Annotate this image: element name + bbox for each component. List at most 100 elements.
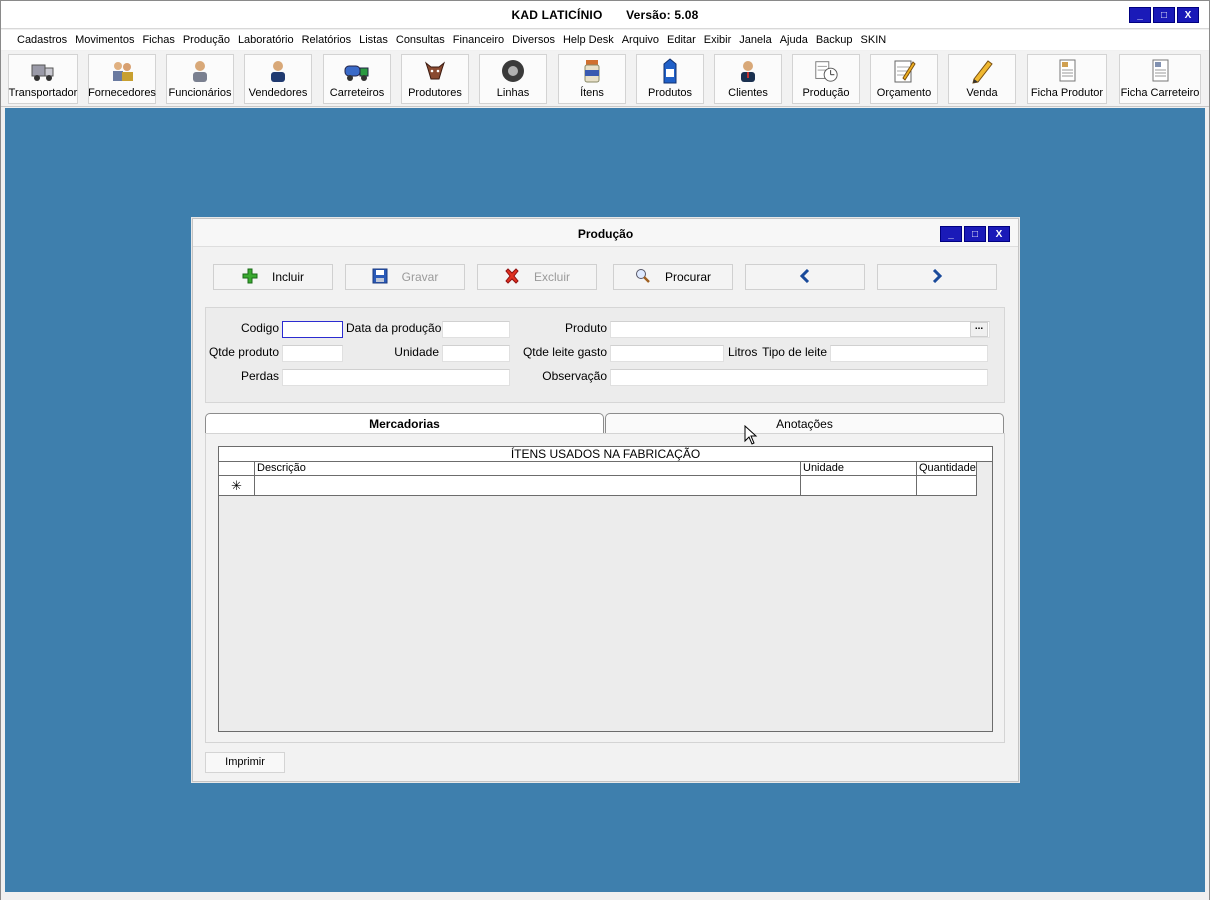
menu-listas[interactable]: Listas: [355, 34, 392, 46]
toolbar-fornecedores-button[interactable]: Fornecedores: [88, 54, 156, 104]
tab-anotacoes[interactable]: Anotações: [605, 413, 1004, 434]
main-window: KAD LATICÍNIO Versão: 5.08 _ □ X Cadastr…: [0, 0, 1210, 900]
menu-ajuda[interactable]: Ajuda: [776, 34, 812, 46]
toolbar-label: Ficha Carreteiro: [1120, 87, 1200, 99]
toolbar-funcionarios-button[interactable]: Funcionários: [166, 54, 234, 104]
excluir-label: Excluir: [533, 270, 570, 284]
pencil-icon: [969, 58, 995, 84]
grid-row-header: [219, 462, 255, 476]
new-row-marker: ✳: [219, 476, 255, 496]
tab-mercadorias[interactable]: Mercadorias: [205, 413, 604, 434]
toolbar-label: Ítens: [580, 87, 604, 99]
close-button[interactable]: X: [1177, 7, 1199, 23]
client-icon: [735, 58, 761, 84]
new-row-unidade-cell[interactable]: [801, 476, 917, 496]
toolbar-carreteiros-button[interactable]: Carreteiros: [323, 54, 391, 104]
menu-fichas[interactable]: Fichas: [138, 34, 178, 46]
data-producao-label: Data da produção: [346, 321, 442, 335]
chevron-right-icon: [931, 268, 943, 286]
qtde-produto-field[interactable]: [282, 345, 343, 362]
qtde-produto-label: Qtde produto: [208, 345, 279, 359]
toolbar-venda-button[interactable]: Venda: [948, 54, 1016, 104]
menu-skin[interactable]: SKIN: [857, 34, 891, 46]
menu-laboratorio[interactable]: Laboratório: [234, 34, 298, 46]
people-icon: [109, 58, 135, 84]
toolbar-produtos-button[interactable]: Produtos: [636, 54, 704, 104]
toolbar-label: Produtores: [408, 87, 462, 99]
toolbar-label: Fornecedores: [88, 87, 156, 99]
menu-bar: Cadastros Movimentos Fichas Produção Lab…: [1, 30, 1209, 50]
menu-relatorios[interactable]: Relatórios: [298, 34, 356, 46]
window-controls: _ □ X: [1129, 7, 1199, 23]
milk-carton-icon: [657, 58, 683, 84]
floppy-disk-icon: [372, 268, 388, 287]
child-close-button[interactable]: X: [988, 226, 1010, 242]
menu-backup[interactable]: Backup: [812, 34, 857, 46]
excluir-button[interactable]: Excluir: [477, 264, 597, 290]
menu-arquivo[interactable]: Arquivo: [618, 34, 663, 46]
menu-consultas[interactable]: Consultas: [392, 34, 449, 46]
toolbar-label: Orçamento: [876, 87, 932, 99]
toolbar-label: Linhas: [496, 87, 530, 99]
toolbar-ficha-produtor-button[interactable]: Ficha Produtor: [1027, 54, 1107, 104]
previous-record-button[interactable]: [745, 264, 865, 290]
toolbar-clientes-button[interactable]: Clientes: [714, 54, 782, 104]
toolbar-label: Carreteiros: [329, 87, 385, 99]
new-row-descricao-cell[interactable]: [255, 476, 801, 496]
codigo-field[interactable]: [282, 321, 343, 338]
toolbar-ficha-carreteiro-button[interactable]: Ficha Carreteiro: [1119, 54, 1201, 104]
menu-movimentos[interactable]: Movimentos: [71, 34, 138, 46]
app-title: KAD LATICÍNIO Versão: 5.08: [1, 8, 1209, 22]
menu-producao[interactable]: Produção: [179, 34, 234, 46]
menu-cadastros[interactable]: Cadastros: [13, 34, 71, 46]
main-toolbar: Transportador Fornecedores Funcionários …: [1, 51, 1209, 107]
itens-grid[interactable]: ÍTENS USADOS NA FABRICAÇÃO Descrição Uni…: [218, 446, 993, 732]
plus-icon: [242, 268, 258, 287]
child-maximize-button[interactable]: □: [964, 226, 986, 242]
menu-diversos[interactable]: Diversos: [508, 34, 559, 46]
toolbar-produtores-button[interactable]: Produtores: [401, 54, 469, 104]
toolbar-orcamento-button[interactable]: Orçamento: [870, 54, 938, 104]
unidade-field[interactable]: [442, 345, 510, 362]
produto-lookup-button[interactable]: ...: [970, 322, 988, 337]
maximize-button[interactable]: □: [1153, 7, 1175, 23]
toolbar-transportador-button[interactable]: Transportador: [8, 54, 78, 104]
menu-janela[interactable]: Janela: [735, 34, 775, 46]
observacao-label: Observação: [542, 369, 607, 383]
app-version: Versão: 5.08: [626, 8, 699, 22]
jar-icon: [579, 58, 605, 84]
perdas-label: Perdas: [240, 369, 279, 383]
tanker-truck-icon: [344, 58, 370, 84]
toolbar-vendedores-button[interactable]: Vendedores: [244, 54, 312, 104]
produto-field[interactable]: [610, 321, 990, 338]
tire-icon: [500, 58, 526, 84]
next-record-button[interactable]: [877, 264, 997, 290]
document-icon: [1054, 58, 1080, 84]
menu-financeiro[interactable]: Financeiro: [449, 34, 508, 46]
tipo-leite-field[interactable]: [830, 345, 988, 362]
child-minimize-button[interactable]: _: [940, 226, 962, 242]
toolbar-producao-button[interactable]: Produção: [792, 54, 860, 104]
gravar-button[interactable]: Gravar: [345, 264, 465, 290]
menu-help-desk[interactable]: Help Desk: [559, 34, 618, 46]
column-header-quantidade[interactable]: Quantidade: [917, 462, 977, 476]
data-producao-field[interactable]: [442, 321, 510, 338]
column-header-unidade[interactable]: Unidade: [801, 462, 917, 476]
menu-exibir[interactable]: Exibir: [700, 34, 736, 46]
toolbar-linhas-button[interactable]: Linhas: [479, 54, 547, 104]
perdas-field[interactable]: [282, 369, 510, 386]
imprimir-button[interactable]: Imprimir: [205, 752, 285, 773]
observacao-field[interactable]: [610, 369, 988, 386]
magnifier-icon: [635, 268, 651, 287]
menu-editar[interactable]: Editar: [663, 34, 700, 46]
toolbar-itens-button[interactable]: Ítens: [558, 54, 626, 104]
new-row-quantidade-cell[interactable]: [917, 476, 977, 496]
minimize-button[interactable]: _: [1129, 7, 1151, 23]
qtde-leite-gasto-field[interactable]: [610, 345, 724, 362]
column-header-descricao[interactable]: Descrição: [255, 462, 801, 476]
incluir-button[interactable]: Incluir: [213, 264, 333, 290]
bottom-border: [1, 892, 1209, 900]
qtde-leite-gasto-label: Qtde leite gasto: [522, 345, 607, 359]
producao-window: Produção _ □ X Incluir Gravar Excluir Pr…: [192, 218, 1019, 782]
procurar-button[interactable]: Procurar: [613, 264, 733, 290]
